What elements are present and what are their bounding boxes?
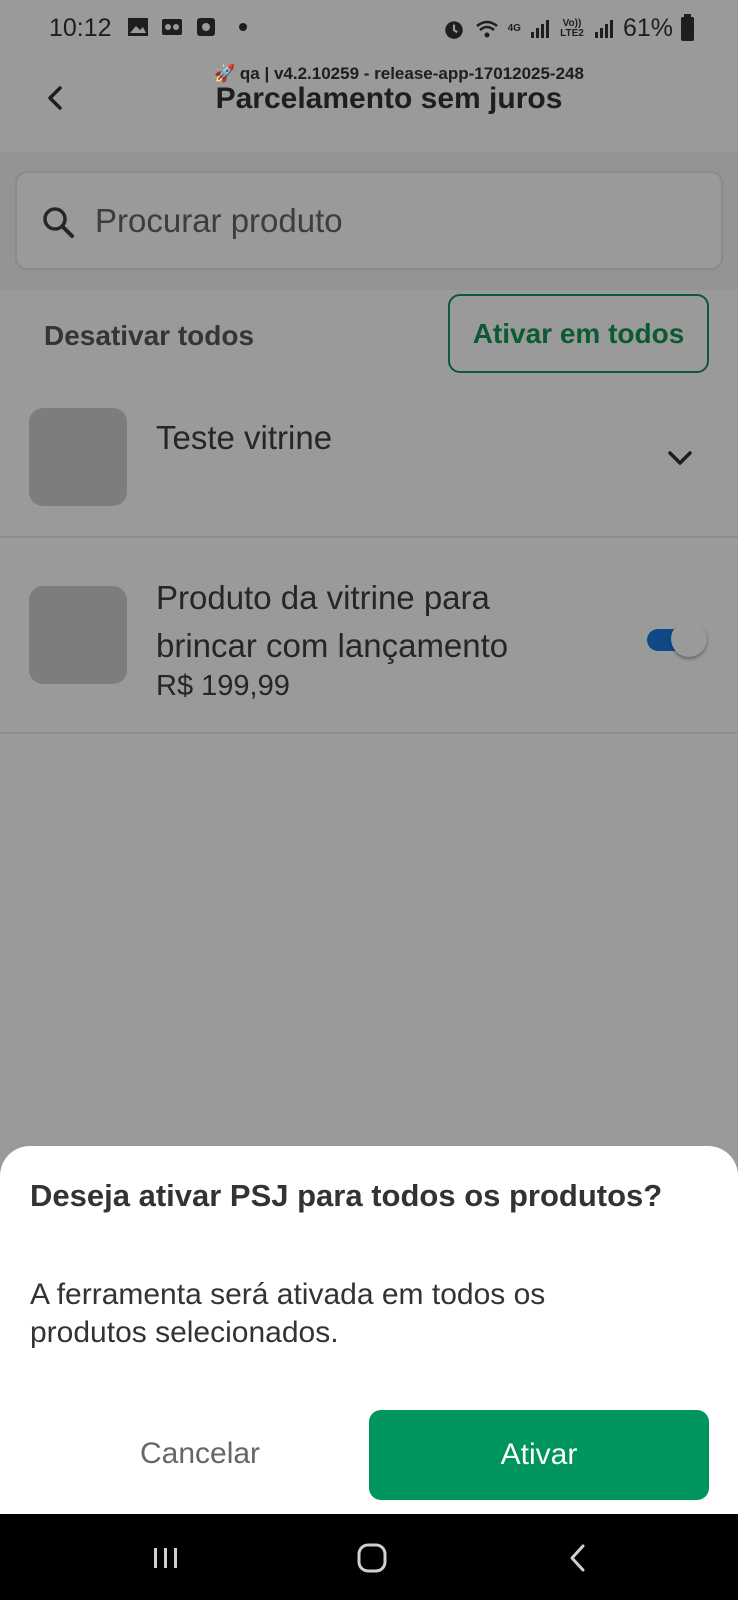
dialog-title: Deseja ativar PSJ para todos os produtos… bbox=[30, 1178, 663, 1213]
disable-all-button[interactable]: Desativar todos bbox=[44, 320, 254, 352]
enable-all-button[interactable]: Ativar em todos bbox=[448, 294, 709, 373]
recents-icon[interactable] bbox=[144, 1536, 188, 1580]
product-name: Produto da vitrine para brincar com lanç… bbox=[156, 579, 509, 664]
chevron-down-icon[interactable] bbox=[662, 440, 698, 476]
confirm-bottom-sheet: Deseja ativar PSJ para todos os produtos… bbox=[0, 1146, 738, 1514]
list-item[interactable]: Teste vitrine bbox=[0, 376, 738, 538]
volte-label: Vo)) LTE2 bbox=[560, 17, 584, 39]
bulk-actions: Desativar todos Ativar em todos bbox=[0, 292, 738, 376]
nav-back-icon[interactable] bbox=[556, 1536, 600, 1580]
signal-2-icon bbox=[594, 19, 613, 38]
wifi-icon bbox=[475, 20, 498, 37]
app-notification-icon bbox=[197, 18, 215, 36]
signal-icon bbox=[530, 19, 549, 38]
search-box[interactable] bbox=[15, 171, 723, 270]
product-price: R$ 199,99 bbox=[156, 670, 290, 702]
status-system-icons: 4G Vo)) LTE2 61% bbox=[442, 13, 694, 43]
product-thumbnail bbox=[29, 408, 127, 506]
status-time: 10:12 bbox=[49, 14, 112, 42]
cancel-button[interactable]: Cancelar bbox=[30, 1410, 370, 1498]
search-icon bbox=[43, 207, 74, 238]
toggle-knob bbox=[671, 621, 707, 657]
app-header: 🚀 qa | v4.2.10259 - release-app-17012025… bbox=[0, 62, 738, 154]
home-icon[interactable] bbox=[350, 1536, 394, 1580]
search-input[interactable] bbox=[95, 195, 695, 247]
status-bar: 10:12 4G Vo)) LTE2 61% bbox=[0, 0, 738, 62]
product-thumbnail bbox=[29, 586, 127, 684]
dialog-body: A ferramenta será ativada em todos os pr… bbox=[30, 1278, 546, 1349]
confirm-button[interactable]: Ativar bbox=[369, 1410, 709, 1500]
list-item[interactable]: Produto da vitrine para brincar com lanç… bbox=[0, 538, 738, 734]
gallery-icon bbox=[128, 18, 148, 36]
build-label: 🚀 qa | v4.2.10259 - release-app-17012025… bbox=[214, 64, 584, 83]
voicemail-icon bbox=[162, 19, 182, 35]
battery-percent: 61% bbox=[622, 14, 673, 42]
battery-icon bbox=[681, 13, 694, 41]
network-type: 4G bbox=[507, 22, 521, 34]
status-notification-icons bbox=[127, 17, 247, 37]
product-name: Teste vitrine bbox=[156, 419, 333, 456]
more-notifications-dot bbox=[239, 23, 247, 31]
page-title: Parcelamento sem juros bbox=[215, 82, 563, 115]
system-nav-bar bbox=[0, 1514, 738, 1600]
alarm-icon bbox=[444, 20, 463, 39]
installment-toggle[interactable] bbox=[645, 620, 707, 660]
